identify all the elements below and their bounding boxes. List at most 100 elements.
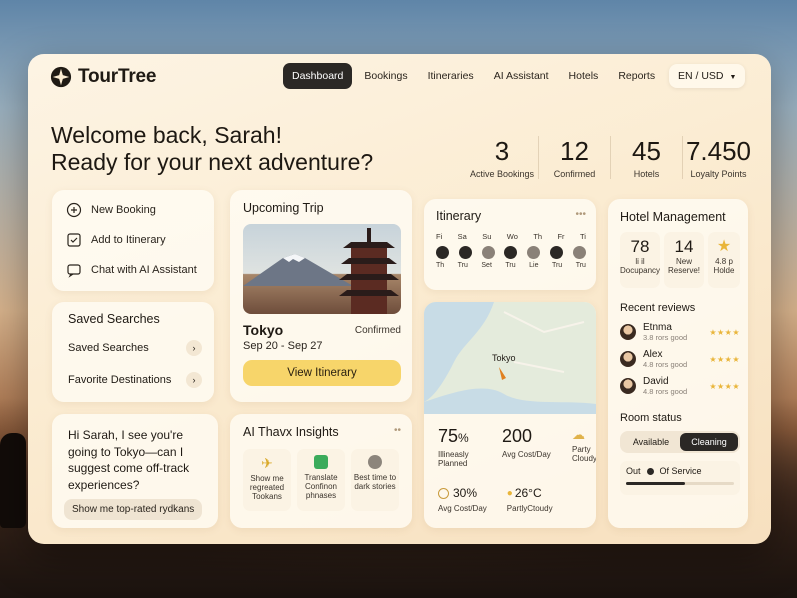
itinerary-sub: Tru [575,262,586,269]
stat-label: Confirmed [553,169,596,179]
out-of-service-row[interactable]: Out Of Service [620,461,740,495]
service-progress-fill [626,482,686,485]
insight-label: Show me regreated Tookans [249,474,285,501]
itinerary-card: Itinerary ••• Fi Sa Su Wo Th Fr Ti Th Tr… [424,199,596,290]
day-marker[interactable] [550,246,564,259]
nav-itineraries[interactable]: Itineraries [420,63,482,89]
ai-suggestion-chip[interactable]: Show me top-rated rydkans [64,499,203,520]
status-dot-icon [646,467,654,475]
favorite-destinations-item[interactable]: Favorite Destinations › [68,372,202,388]
bottom-temp-label: PartlyCtoudy [506,504,553,513]
checkbox-icon [66,232,82,248]
saved-searches-item-label: Saved Searches [68,342,149,354]
add-to-itinerary-button[interactable]: Add to Itinerary [52,225,214,255]
stat-confirmed[interactable]: 12 Confirmed [538,136,610,179]
insight-label: Best time to dark stories [353,473,397,491]
day-marker[interactable] [572,246,586,259]
occupancy-sub: li il [635,257,645,266]
nav-hotels[interactable]: Hotels [561,63,607,89]
day-marker[interactable] [504,246,518,259]
reserve-value: 14 [674,237,694,256]
chat-ai-button[interactable]: Chat with AI Assistant [52,255,214,285]
trip-photo [243,224,401,314]
view-itinerary-button[interactable]: View Itinerary [243,360,401,386]
itinerary-sub: Set [481,262,492,269]
day-marker[interactable] [436,246,449,259]
review-sub: 4.8 rors good [643,387,688,396]
rating-tile[interactable]: ★ 4.8 p Holde [708,232,740,288]
quick-actions-card: New Booking Add to Itinerary Chat with A… [52,190,214,291]
nav-bookings[interactable]: Bookings [356,63,415,89]
avatar [620,351,636,367]
sun-icon: ● [506,487,513,499]
tab-cleaning[interactable]: Cleaning [680,433,738,451]
stat-loyalty-points[interactable]: 7.450 Loyalty Points [682,136,754,179]
day-marker[interactable] [458,246,472,259]
mount-fuji-pagoda-image [243,228,399,314]
bottom-percent: 30% [453,486,478,500]
planned-unit: % [458,431,469,445]
saved-searches-item[interactable]: Saved Searches › [68,340,202,356]
new-booking-button[interactable]: New Booking [52,195,214,225]
occupancy-value: 78 [630,237,650,256]
nav-dashboard[interactable]: Dashboard [283,63,353,89]
reserve-tile[interactable]: 14 New Reserve! [664,232,704,288]
day-marker[interactable] [527,246,541,259]
dashboard-panel: TourTree Dashboard Bookings Itineraries … [28,54,771,544]
weather-stat: ☁ Party Cloudy [572,426,596,463]
ai-insights-title: AI Thavx Insights [243,425,339,439]
star-icon: ★ [716,238,732,255]
insight-item[interactable]: ✈ Show me regreated Tookans [243,449,291,511]
trip-city: Tokyo [243,322,284,338]
map-view[interactable]: Tokyo [424,302,596,414]
map-city-label: Tokyo [492,353,516,363]
bottom-temp: 26°C [514,486,542,500]
planned-stat: 75% Illineasly Planned [438,426,490,468]
reserve-sub: New [675,257,692,266]
main-nav: Dashboard Bookings Itineraries AI Assist… [283,63,663,89]
day-marker[interactable] [481,246,495,259]
hotel-management-card: Hotel Management 78 li il Docupancy 14 N… [608,199,748,528]
review-sub: 4.8 rors good [643,360,688,369]
stat-value: 45 [632,136,661,166]
saved-searches-title: Saved Searches [68,312,160,326]
nav-ai-assistant[interactable]: AI Assistant [486,63,557,89]
weather-label: Party Cloudy [572,445,596,463]
chevron-right-icon: › [186,340,202,356]
cost-stat: 200 Avg Cost/Day [502,426,560,459]
map-card: Tokyo 75% Illineasly Planned 200 Avg Cos… [424,302,596,528]
nav-reports[interactable]: Reports [610,63,663,89]
occupancy-tile[interactable]: 78 li il Docupancy [620,232,660,288]
hotel-management-title: Hotel Management [620,210,726,224]
itinerary-sub: Th [436,262,445,269]
itinerary-day: Ti [579,232,586,241]
insight-item[interactable]: Best time to dark stories [351,449,399,511]
ai-insights-card: AI Thavx Insights •• ✈ Show me regreated… [230,414,412,528]
avatar [620,324,636,340]
reviewer-name: Etnma [643,322,672,333]
language-currency-select[interactable]: EN / USD ▼ [669,64,746,88]
ai-chat-card: Hi Sarah, I see you're going to Tokyo—ca… [52,414,218,528]
bottom-percent-label: Avg Cost/Day [438,504,487,513]
review-item[interactable]: David 4.8 rors good ★★★★ [620,376,740,396]
tab-available[interactable]: Available [622,433,680,451]
more-options-icon[interactable]: •• [394,425,401,439]
logo[interactable]: TourTree [50,66,156,88]
planned-value: 75 [438,426,459,446]
welcome-heading: Welcome back, Sarah! Ready for your next… [51,122,373,176]
stat-hotels[interactable]: 45 Hotels [610,136,682,179]
hiker-silhouette [0,433,26,528]
review-item[interactable]: Etnma 3.8 rors good ★★★★ [620,322,740,342]
chat-icon [66,262,82,278]
more-options-icon[interactable]: ••• [575,209,586,223]
itinerary-sub: Tru [457,262,468,269]
app-name: TourTree [78,66,157,87]
stat-active-bookings[interactable]: 3 Active Bookings [466,136,538,179]
plus-circle-icon [66,202,82,218]
review-item[interactable]: Alex 4.8 rors good ★★★★ [620,349,740,369]
recent-reviews-title: Recent reviews [620,302,696,314]
upcoming-trip-title: Upcoming Trip [243,201,324,215]
itinerary-day: Su [482,232,492,241]
reserve-label: Reserve! [667,266,700,275]
insight-item[interactable]: Translate Confinon phnases [297,449,345,511]
